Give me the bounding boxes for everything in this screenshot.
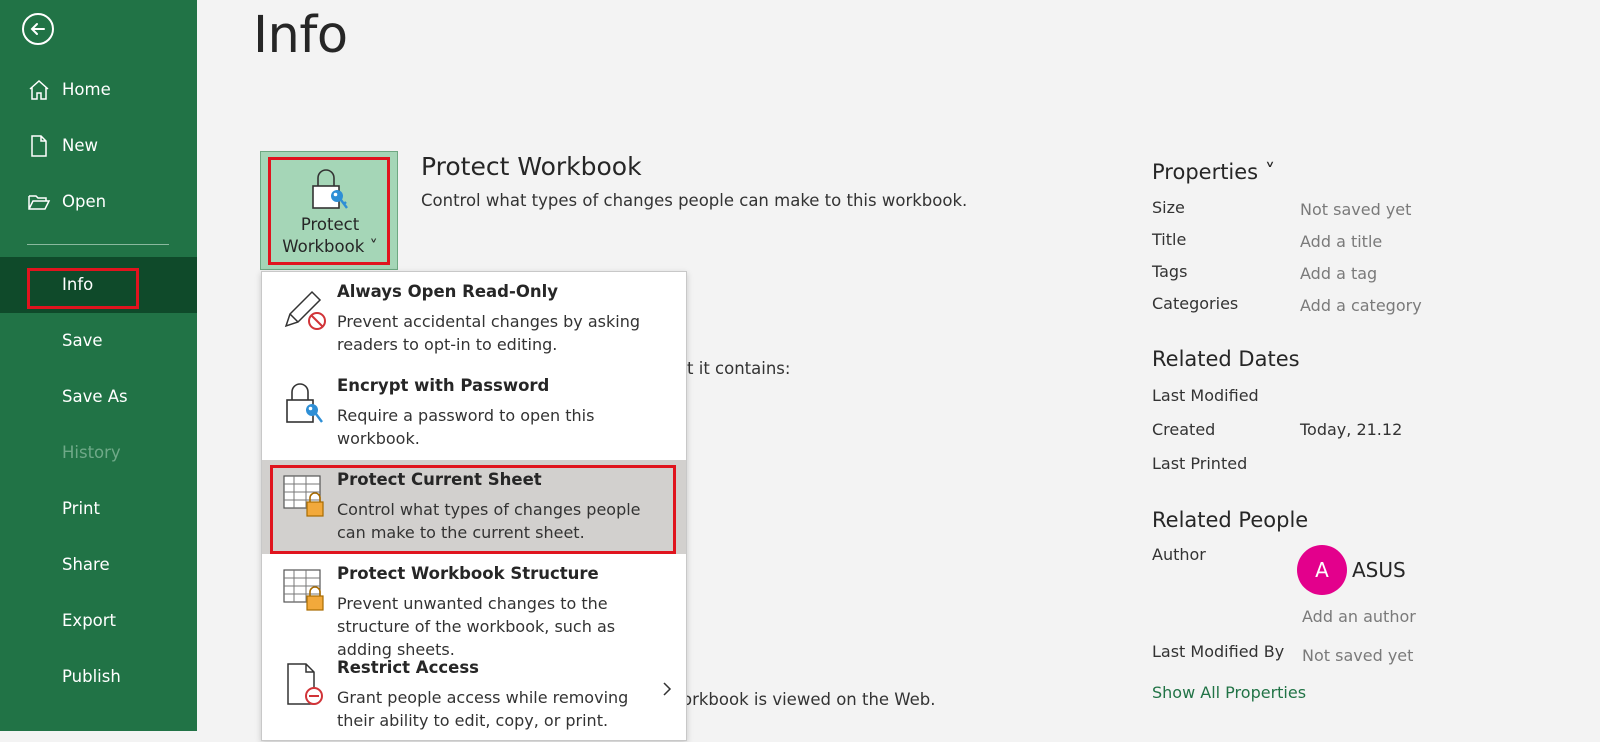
author-name[interactable]: ASUS <box>1352 558 1406 582</box>
backstage-sidebar: Home New Open Info Save Save As History … <box>0 0 197 731</box>
menu-item-protect-workbook-structure[interactable]: Protect Workbook Structure Prevent unwan… <box>262 554 686 659</box>
nav-label: Share <box>62 555 110 574</box>
menu-item-description: Grant people access while removing their… <box>337 688 629 730</box>
menu-item-encrypt-with-password[interactable]: Encrypt with Password Require a password… <box>262 366 686 460</box>
properties-header[interactable]: Properties ˅ <box>1152 160 1275 184</box>
pencil-prohibited-icon <box>284 290 326 330</box>
property-value: Not saved yet <box>1300 200 1412 219</box>
property-key: Tags <box>1152 262 1188 281</box>
nav-open[interactable]: Open <box>0 174 197 230</box>
menu-item-title: Protect Workbook Structure <box>337 564 599 583</box>
show-all-properties-link[interactable]: Show All Properties <box>1152 683 1306 702</box>
avatar[interactable]: A <box>1297 545 1347 595</box>
property-key: Size <box>1152 198 1185 217</box>
nav-print[interactable]: Print <box>0 481 197 537</box>
property-key: Title <box>1152 230 1187 249</box>
section-title: Protect Workbook <box>421 152 642 181</box>
menu-item-description: Require a password to open this workbook… <box>337 406 595 448</box>
nav-label: Open <box>62 192 107 211</box>
nav-save-as[interactable]: Save As <box>0 369 197 425</box>
lock-key-icon <box>286 383 323 423</box>
menu-item-restrict-access[interactable]: Restrict Access Grant people access whil… <box>262 648 686 742</box>
nav-new[interactable]: New <box>0 118 197 174</box>
document-restricted-icon <box>287 663 323 705</box>
nav-export[interactable]: Export <box>0 593 197 649</box>
property-value: Not saved yet <box>1302 646 1414 665</box>
property-key: Created <box>1152 420 1216 439</box>
nav-save[interactable]: Save <box>0 313 197 369</box>
nav-label: Save As <box>62 387 128 406</box>
back-arrow-icon <box>30 23 45 35</box>
folder-open-icon <box>28 195 51 210</box>
nav-label: Export <box>62 611 117 630</box>
nav-home[interactable]: Home <box>0 62 197 118</box>
new-document-icon <box>31 135 47 157</box>
menu-item-title: Restrict Access <box>337 658 479 677</box>
property-key: Author <box>1152 545 1206 564</box>
menu-item-title: Always Open Read-Only <box>337 282 559 301</box>
property-key: Last Modified <box>1152 386 1259 405</box>
property-key: Categories <box>1152 294 1239 313</box>
partial-text: orkbook is viewed on the Web. <box>682 690 936 709</box>
workbook-structure-lock-icon <box>283 569 324 611</box>
nav-label: Print <box>62 499 100 518</box>
info-highlight-box <box>27 268 139 309</box>
nav-history: History <box>0 425 197 481</box>
protect-button-highlight-box <box>268 157 390 265</box>
menu-item-title: Encrypt with Password <box>337 376 550 395</box>
menu-item-always-open-read-only[interactable]: Always Open Read-Only Prevent accidental… <box>262 272 686 366</box>
page-title: Info <box>253 6 348 65</box>
related-dates-header: Related Dates <box>1152 347 1300 371</box>
nav-label: New <box>62 136 98 155</box>
add-author-field[interactable]: Add an author <box>1302 607 1416 626</box>
nav-label: History <box>62 443 121 462</box>
nav-label: Publish <box>62 667 121 686</box>
nav-label: Home <box>62 80 111 99</box>
back-button[interactable] <box>22 13 54 45</box>
protect-sheet-highlight-box <box>270 465 676 554</box>
nav-share[interactable]: Share <box>0 537 197 593</box>
properties-panel: Properties ˅ Size Not saved yet Title Ad… <box>1152 0 1592 731</box>
home-icon <box>29 79 49 100</box>
property-key: Last Printed <box>1152 454 1248 473</box>
chevron-right-icon <box>663 682 672 696</box>
menu-item-description: Prevent accidental changes by asking rea… <box>337 312 641 354</box>
categories-field[interactable]: Add a category <box>1300 296 1422 315</box>
related-people-header: Related People <box>1152 508 1309 532</box>
property-key: Last Modified By <box>1152 642 1285 661</box>
tags-field[interactable]: Add a tag <box>1300 264 1377 283</box>
nav-publish[interactable]: Publish <box>0 649 197 705</box>
nav-separator <box>27 244 169 245</box>
title-field[interactable]: Add a title <box>1300 232 1382 251</box>
property-value: Today, 21.12 <box>1300 420 1403 439</box>
section-description: Control what types of changes people can… <box>421 191 968 210</box>
nav-label: Save <box>62 331 103 350</box>
